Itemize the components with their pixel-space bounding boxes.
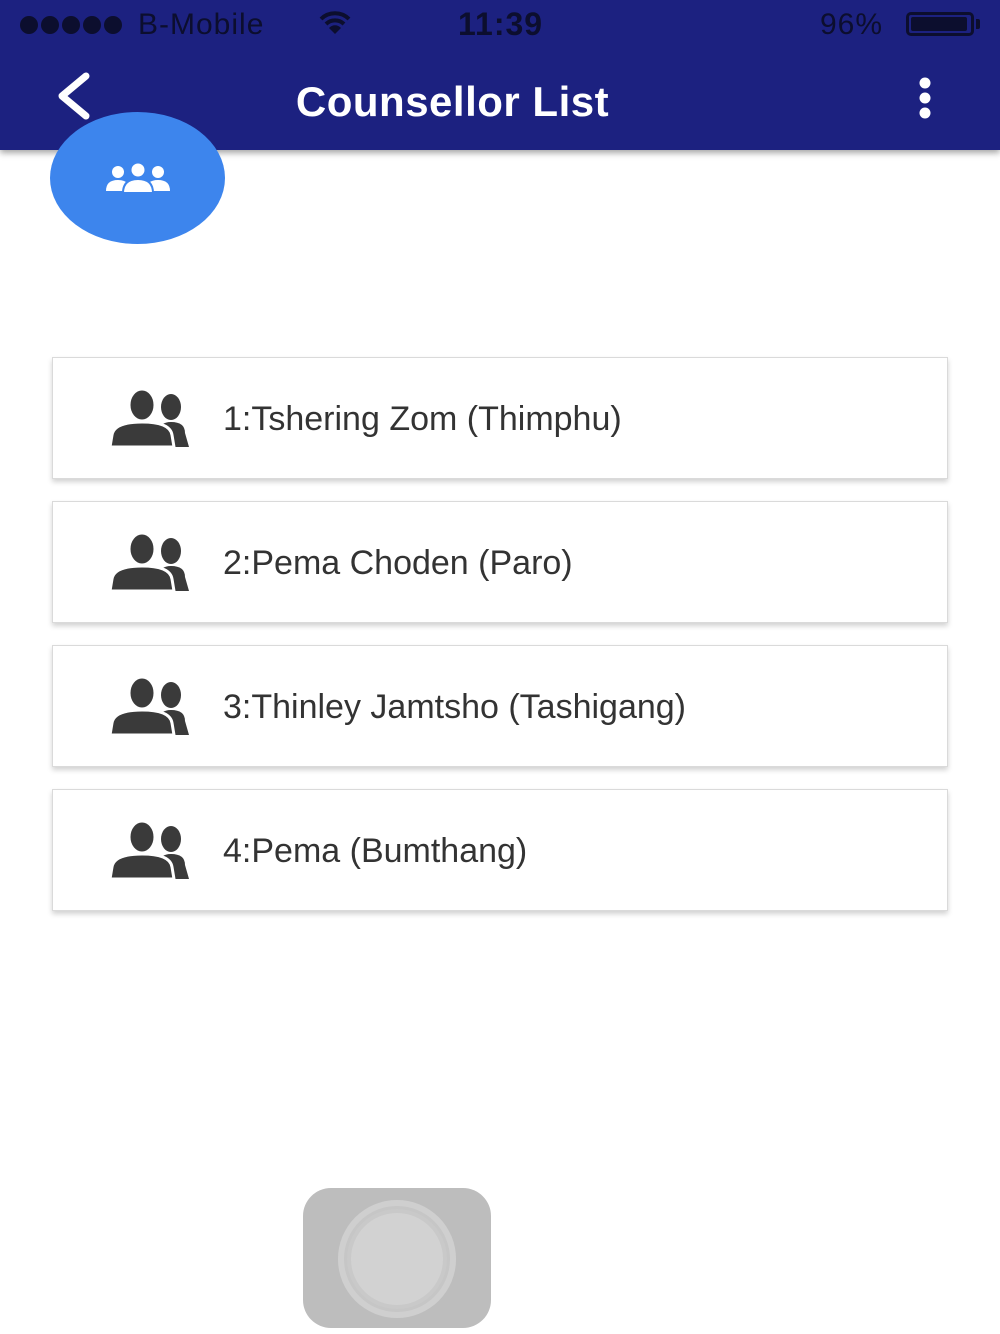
- group-icon: [105, 162, 170, 194]
- signal-strength-icon: [20, 16, 122, 34]
- battery-icon: [906, 12, 974, 36]
- list-item[interactable]: 3:Thinley Jamtsho (Tashigang): [52, 645, 948, 767]
- carrier-name: B-Mobile: [138, 8, 265, 41]
- list-item[interactable]: 2:Pema Choden (Paro): [52, 501, 948, 623]
- wifi-icon: [318, 8, 352, 46]
- overflow-menu-button[interactable]: [905, 76, 945, 122]
- more-vertical-icon: [919, 77, 931, 119]
- counsellor-name: 4:Pema (Bumthang): [223, 832, 528, 870]
- assistive-touch-center: [351, 1213, 443, 1305]
- battery-percent: 96%: [820, 8, 884, 41]
- assistive-touch-ring: [338, 1200, 456, 1318]
- counsellor-name: 2:Pema Choden (Paro): [223, 544, 573, 582]
- counsellor-name: 1:Tshering Zom (Thimphu): [223, 400, 622, 438]
- list-item[interactable]: 1:Tshering Zom (Thimphu): [52, 357, 948, 479]
- group-fab-button[interactable]: [50, 112, 225, 244]
- battery-fill: [911, 17, 967, 31]
- status-time: 11:39: [458, 6, 544, 42]
- status-bar: B-Mobile 11:39 96%: [0, 0, 1000, 50]
- battery-tip: [976, 19, 980, 29]
- users-icon: [109, 821, 189, 879]
- assistive-touch-button[interactable]: [303, 1188, 491, 1328]
- counsellor-name: 3:Thinley Jamtsho (Tashigang): [223, 688, 687, 726]
- users-icon: [109, 533, 189, 591]
- list-item[interactable]: 4:Pema (Bumthang): [52, 789, 948, 911]
- users-icon: [109, 389, 189, 447]
- users-icon: [109, 677, 189, 735]
- counsellor-list: 1:Tshering Zom (Thimphu) 2:Pema Choden (…: [52, 357, 948, 933]
